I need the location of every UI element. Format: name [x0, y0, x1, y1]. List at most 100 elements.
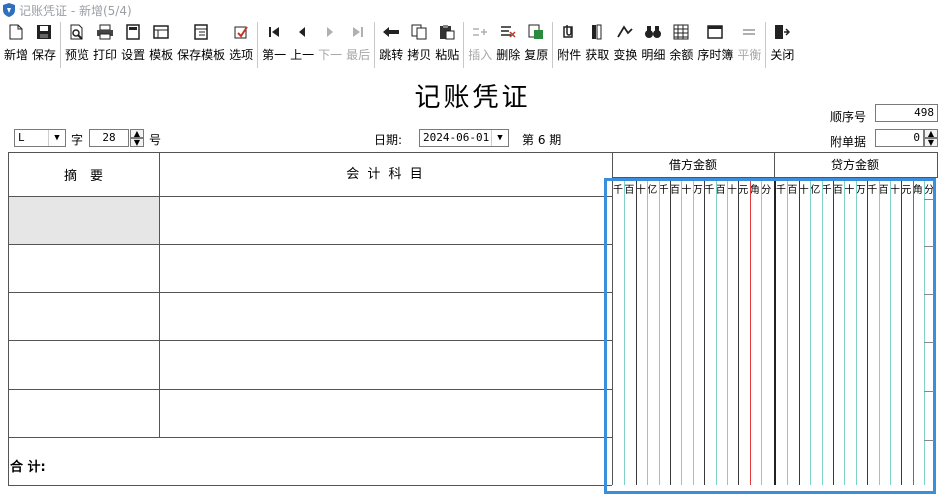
fetch-icon: [590, 22, 604, 42]
sequence-field[interactable]: 498: [875, 104, 938, 122]
toolbar-button-label: 平衡: [737, 48, 762, 62]
voucher-number-field[interactable]: 28: [89, 129, 129, 147]
toolbar-button-printer[interactable]: 打印: [91, 22, 119, 68]
credit-unit-6: 十: [844, 185, 855, 196]
toolbar-button-prev-record[interactable]: 上一: [288, 22, 316, 68]
credit-unit-2: 十: [798, 185, 809, 196]
summary-cell-row5[interactable]: [9, 390, 159, 436]
toolbar-button-save-template[interactable]: 保存模板: [175, 22, 227, 68]
date-label: 日期:: [374, 133, 403, 147]
summary-cell-row4[interactable]: [9, 341, 159, 387]
account-cell-row1[interactable]: [160, 197, 612, 243]
toolbar-button-journal[interactable]: 序时簿: [695, 22, 735, 68]
attachments-spin-up[interactable]: ▲: [924, 129, 938, 138]
credit-unit-9: 百: [878, 185, 889, 196]
toolbar-button-paste[interactable]: 粘贴: [433, 22, 461, 68]
credit-unit-5: 百: [833, 185, 843, 196]
toolbar-button-preview[interactable]: 预览: [63, 22, 91, 68]
scroll-tick-2: [924, 294, 934, 295]
toolbar-button-delete-row[interactable]: 删除: [494, 22, 522, 68]
summary-cell-row3[interactable]: [9, 293, 159, 339]
template-icon: [153, 22, 169, 42]
credit-digit-line-11: [901, 180, 903, 485]
balance-grid-icon: [673, 22, 689, 42]
column-header-credit[interactable]: 贷方金额: [774, 156, 936, 173]
column-header-account[interactable]: 会 计 科 目: [159, 163, 612, 182]
debit-digit-line-12: [749, 180, 751, 485]
options-icon: [233, 22, 249, 42]
debit-unit-8: 千: [704, 185, 715, 196]
debit-digit-line-13: [761, 180, 763, 485]
attachments-field[interactable]: 0: [875, 129, 924, 147]
toolbar-button-label: 复原: [524, 48, 549, 62]
credit-digit-line-6: [844, 180, 846, 485]
toolbar-button-copy[interactable]: 拷贝: [405, 22, 433, 68]
debit-unit-12: 角: [749, 185, 760, 196]
credit-unit-1: 百: [787, 185, 798, 196]
window-title: 记账凭证 - 新增(5/4): [19, 3, 132, 18]
summary-cell-row1[interactable]: [9, 197, 159, 244]
grid-top-border: [8, 152, 938, 153]
toolbar-button-new-doc[interactable]: 新增: [2, 22, 30, 68]
credit-unit-0: 千: [776, 185, 786, 196]
column-header-summary[interactable]: 摘 要: [8, 165, 159, 184]
first-record-icon: [268, 22, 280, 42]
toolbar-button-floppy-save[interactable]: 保存: [30, 22, 58, 68]
jump-icon: [382, 22, 400, 42]
voucher-word-select[interactable]: L ▼: [14, 129, 66, 147]
paste-icon: [439, 22, 455, 42]
last-record-icon: [352, 22, 364, 42]
attachment-icon: [561, 22, 577, 42]
toolbar-button-label: 预览: [65, 48, 90, 62]
toolbar-button-jump[interactable]: 跳转: [377, 22, 405, 68]
toolbar-button-label: 选项: [229, 48, 254, 62]
toolbar-button-first-record[interactable]: 第一: [260, 22, 288, 68]
credit-digit-line-1: [787, 180, 789, 485]
debit-unit-10: 十: [727, 185, 737, 196]
credit-digit-line-8: [867, 180, 869, 485]
insert-row-icon: [472, 22, 488, 42]
number-label: 号: [149, 133, 162, 147]
toolbar-button-label: 上一: [290, 48, 315, 62]
debit-digit-line-10: [727, 180, 728, 485]
credit-unit-12: 角: [912, 185, 923, 196]
credit-digit-line-5: [833, 180, 834, 485]
attachments-spin-down[interactable]: ▼: [924, 138, 938, 147]
save-template-icon: [193, 22, 209, 42]
preview-icon: [69, 22, 85, 42]
toolbar-button-exit-door[interactable]: 关闭: [768, 22, 796, 68]
account-amount-divider: [612, 152, 613, 485]
toolbar-button-attachment[interactable]: 附件: [555, 22, 583, 68]
voucher-word-value: L: [18, 131, 25, 144]
date-picker[interactable]: 2024-06-01 ▼: [419, 129, 509, 147]
column-header-debit[interactable]: 借方金额: [612, 156, 774, 173]
toolbar-group-5: 插入 删除 复原: [464, 22, 554, 68]
toolbar-button-balance-grid[interactable]: 余额: [667, 22, 695, 68]
account-cell-row3[interactable]: [160, 293, 612, 339]
toolbar-button-binoculars[interactable]: 明细: [639, 22, 667, 68]
summary-cell-row2[interactable]: [9, 245, 159, 291]
account-cell-row4[interactable]: [160, 341, 612, 387]
account-cell-row2[interactable]: [160, 245, 612, 291]
number-spin-up[interactable]: ▲: [130, 129, 144, 138]
debit-digit-line-7: [692, 180, 694, 485]
credit-digit-line-7: [855, 180, 857, 485]
number-spin-down[interactable]: ▼: [130, 138, 144, 147]
scroll-tick-0: [924, 199, 934, 200]
scroll-tick-4: [924, 391, 934, 392]
toolbar-button-options[interactable]: 选项: [227, 22, 255, 68]
toolbar-button-page-setup[interactable]: 设置: [119, 22, 147, 68]
credit-digit-line-12: [912, 180, 914, 485]
toolbar-button-label: 最后: [346, 48, 371, 62]
account-cell-row5[interactable]: [160, 390, 612, 436]
toolbar-button-transform[interactable]: 变换: [611, 22, 639, 68]
amount-area-focus[interactable]: [604, 178, 936, 494]
toolbar-button-fetch[interactable]: 获取: [583, 22, 611, 68]
journal-icon: [707, 22, 724, 42]
chevron-down-icon[interactable]: ▼: [48, 130, 65, 146]
toolbar-button-template[interactable]: 模板: [147, 22, 175, 68]
calendar-dropdown-icon[interactable]: ▼: [491, 130, 508, 146]
debit-unit-3: 亿: [647, 185, 658, 196]
toolbar-button-restore[interactable]: 复原: [522, 22, 550, 68]
toolbar-button-label: 余额: [669, 48, 694, 62]
